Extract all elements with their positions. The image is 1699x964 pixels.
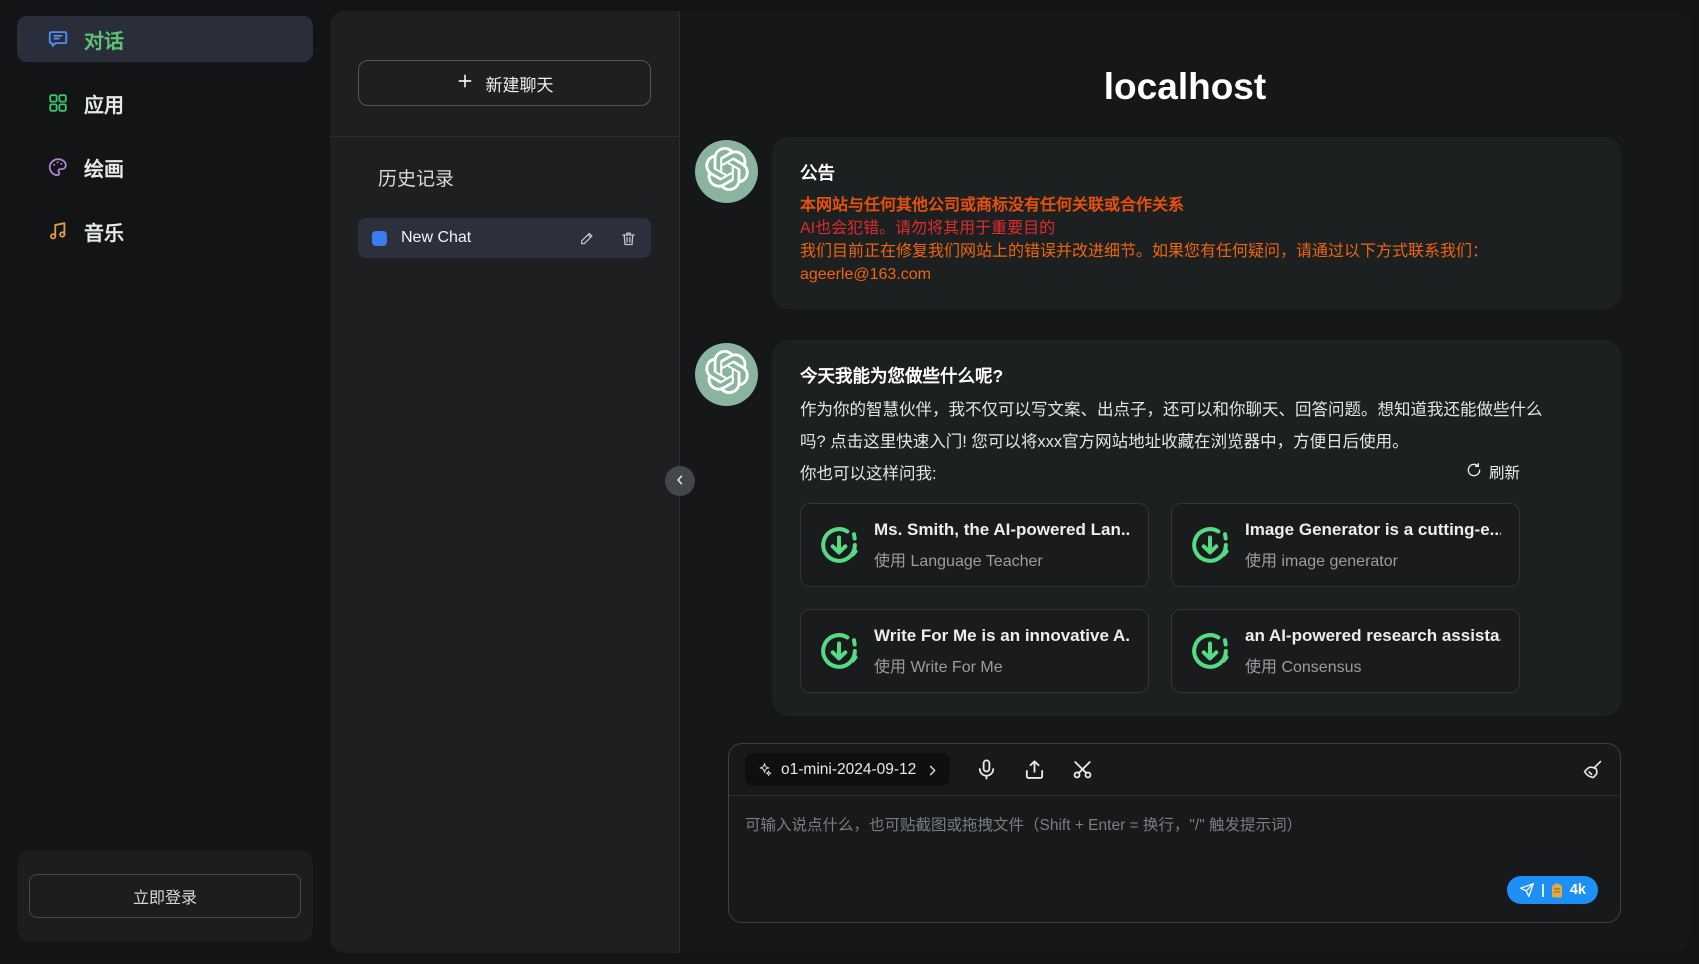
announcement-line: 我们目前正在修复我们网站上的错误并改进细节。如果您有任何疑问，请通过以下方式联系… — [800, 240, 1593, 263]
chat-item-icon — [372, 231, 387, 246]
welcome-heading: 今天我能为您做些什么呢? — [800, 363, 1593, 388]
suggestion-title: Ms. Smith, the AI-powered Lan... — [874, 520, 1130, 540]
token-battery-icon — [1551, 883, 1563, 898]
workspace: 新建聊天 历史记录 New Chat — [330, 11, 1690, 953]
page-title: localhost — [680, 65, 1690, 109]
announcement-heading: 公告 — [800, 160, 1593, 185]
announcement-line: 本网站与任何其他公司或商标没有任何关联或合作关系 — [800, 194, 1593, 217]
chat-list-panel: 新建聊天 历史记录 New Chat — [330, 11, 680, 953]
login-button[interactable]: 立即登录 — [29, 874, 301, 918]
sidebar-item-label: 对话 — [84, 25, 124, 54]
suggestion-subtitle: 使用 Consensus — [1245, 653, 1501, 677]
history-items: New Chat — [358, 218, 651, 258]
message-list: 公告 本网站与任何其他公司或商标没有任何关联或合作关系 AI也会犯错。请勿将其用… — [680, 109, 1690, 725]
ask-hint-row: 你也可以这样问我: 刷新 — [800, 458, 1520, 490]
circle-arrow-down-icon — [1190, 631, 1230, 671]
list-divider — [330, 136, 679, 137]
palette-icon — [47, 156, 69, 178]
message-welcome: 今天我能为您做些什么呢? 作为你的智慧伙伴，我不仅可以写文案、出点子，还可以和你… — [695, 340, 1621, 716]
suggestion-card[interactable]: Write For Me is an innovative A... 使用 Wr… — [800, 609, 1149, 693]
composer-toolbar: o1-mini-2024-09-12 — [729, 744, 1620, 796]
sidebar-item-chat[interactable]: 对话 — [17, 16, 313, 62]
send-divider — [1542, 884, 1544, 897]
sidebar-item-label: 音乐 — [84, 217, 124, 246]
suggestion-title: Write For Me is an innovative A... — [874, 626, 1130, 646]
apps-grid-icon — [47, 92, 69, 114]
new-chat-button[interactable]: 新建聊天 — [358, 60, 651, 106]
suggestion-text: Ms. Smith, the AI-powered Lan... 使用 Lang… — [874, 520, 1130, 571]
suggestion-card[interactable]: an AI-powered research assista... 使用 Con… — [1171, 609, 1520, 693]
message-announcement: 公告 本网站与任何其他公司或商标没有任何关联或合作关系 AI也会犯错。请勿将其用… — [695, 137, 1621, 309]
suggestion-subtitle: 使用 image generator — [1245, 547, 1501, 571]
suggestion-text: Write For Me is an innovative A... 使用 Wr… — [874, 626, 1130, 677]
message-input[interactable] — [729, 796, 1620, 922]
circle-arrow-down-icon — [1190, 525, 1230, 565]
model-selector[interactable]: o1-mini-2024-09-12 — [745, 753, 950, 786]
app-root: 对话 应用 绘画 音乐 立即登录 — [0, 0, 1699, 964]
token-badge: 4k — [1570, 882, 1586, 898]
refresh-icon — [1466, 458, 1482, 490]
music-note-icon — [47, 220, 69, 242]
refresh-suggestions-button[interactable]: 刷新 — [1466, 458, 1520, 490]
model-label: o1-mini-2024-09-12 — [781, 761, 916, 779]
announcement-line: AI也会犯错。请勿将其用于重要目的 — [800, 217, 1593, 240]
assistant-avatar — [695, 140, 758, 203]
suggestion-subtitle: 使用 Language Teacher — [874, 547, 1130, 571]
sidebar-item-label: 应用 — [84, 89, 124, 118]
chat-main-panel: localhost 公告 本网站与任何其他公司或商标没有任何关联或合作关系 AI… — [680, 11, 1690, 953]
openai-logo-icon — [705, 350, 749, 399]
announcement-bubble: 公告 本网站与任何其他公司或商标没有任何关联或合作关系 AI也会犯错。请勿将其用… — [772, 137, 1621, 309]
sidebar-item-drawing[interactable]: 绘画 — [17, 144, 313, 190]
sidebar-item-label: 绘画 — [84, 153, 124, 182]
ask-hint: 你也可以这样问我: — [800, 458, 937, 490]
suggestion-text: Image Generator is a cutting-e... 使用 ima… — [1245, 520, 1501, 571]
sidebar: 对话 应用 绘画 音乐 立即登录 — [0, 0, 330, 964]
sparkle-icon — [757, 762, 772, 777]
suggestion-grid: Ms. Smith, the AI-powered Lan... 使用 Lang… — [800, 503, 1520, 693]
welcome-bubble: 今天我能为您做些什么呢? 作为你的智慧伙伴，我不仅可以写文案、出点子，还可以和你… — [772, 340, 1621, 716]
welcome-body: 作为你的智慧伙伴，我不仅可以写文案、出点子，还可以和你聊天、回答问题。想知道我还… — [800, 394, 1560, 458]
collapse-sidebar-button[interactable] — [665, 466, 695, 496]
suggestion-text: an AI-powered research assista... 使用 Con… — [1245, 626, 1501, 677]
upload-icon[interactable] — [1023, 758, 1046, 781]
chevron-left-icon — [673, 473, 687, 490]
new-chat-button-label: 新建聊天 — [486, 71, 554, 96]
circle-arrow-down-icon — [819, 525, 859, 565]
suggestion-title: an AI-powered research assista... — [1245, 626, 1501, 646]
edit-icon[interactable] — [579, 230, 596, 247]
sidebar-item-music[interactable]: 音乐 — [17, 208, 313, 254]
chat-item-title: New Chat — [401, 229, 565, 247]
microphone-icon[interactable] — [975, 758, 998, 781]
chevron-right-icon — [925, 763, 938, 776]
circle-arrow-down-icon — [819, 631, 859, 671]
history-heading: 历史记录 — [378, 164, 651, 191]
sidebar-spacer — [17, 272, 313, 850]
composer: o1-mini-2024-09-12 — [728, 743, 1621, 923]
refresh-label: 刷新 — [1489, 458, 1520, 490]
login-panel: 立即登录 — [17, 850, 313, 942]
suggestion-subtitle: 使用 Write For Me — [874, 653, 1130, 677]
suggestion-card[interactable]: Ms. Smith, the AI-powered Lan... 使用 Lang… — [800, 503, 1149, 587]
sidebar-item-apps[interactable]: 应用 — [17, 80, 313, 126]
suggestion-title: Image Generator is a cutting-e... — [1245, 520, 1501, 540]
scissors-icon[interactable] — [1071, 758, 1094, 781]
suggestion-card[interactable]: Image Generator is a cutting-e... 使用 ima… — [1171, 503, 1520, 587]
send-plane-icon — [1519, 882, 1535, 898]
plus-icon — [456, 72, 474, 95]
chat-bubble-icon — [47, 28, 69, 50]
clear-context-broom-icon[interactable] — [1581, 758, 1604, 781]
openai-logo-icon — [705, 147, 749, 196]
assistant-avatar — [695, 343, 758, 406]
send-button[interactable]: 4k — [1507, 876, 1598, 904]
announcement-contact-email: ageerle@163.com — [800, 263, 1593, 286]
chat-history-item[interactable]: New Chat — [358, 218, 651, 258]
delete-icon[interactable] — [620, 230, 637, 247]
composer-body: 4k — [729, 796, 1620, 922]
